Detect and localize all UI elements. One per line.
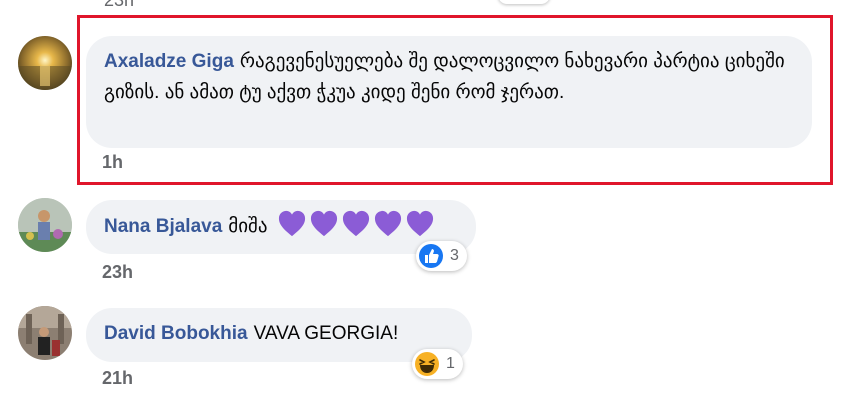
reaction-count: 3	[450, 247, 459, 264]
comment-author[interactable]: David Bobokhia	[104, 323, 248, 344]
comment-text: მიშა	[228, 216, 268, 237]
avatar[interactable]	[18, 198, 72, 252]
comments-section: 23h Axaladze Giga რაგევენესუელება შე დალ…	[0, 0, 864, 412]
purple-heart-icon	[374, 210, 401, 237]
reaction-pill[interactable]: 1	[412, 349, 463, 379]
reaction-count: 1	[446, 355, 455, 372]
avatar-photo	[18, 306, 72, 360]
purple-heart-icon	[278, 210, 305, 237]
comment-time[interactable]: 23h	[102, 262, 133, 283]
previous-reaction-pill[interactable]	[498, 0, 550, 4]
avatar[interactable]	[18, 36, 72, 90]
comment-text: VAVA GEORGIA!	[253, 323, 399, 344]
avatar[interactable]	[18, 306, 72, 360]
like-icon	[418, 243, 444, 269]
comment-author[interactable]: Nana Bjalava	[104, 216, 222, 237]
highlight-frame	[77, 15, 833, 185]
purple-heart-icon	[342, 210, 369, 237]
sunset-avatar-image	[18, 36, 72, 90]
haha-icon	[414, 351, 440, 377]
purple-hearts-emoji	[277, 210, 435, 238]
purple-heart-icon	[406, 210, 433, 237]
reaction-pill[interactable]: 3	[416, 241, 467, 271]
avatar-photo	[18, 198, 72, 252]
comment-time[interactable]: 21h	[102, 368, 133, 389]
purple-heart-icon	[310, 210, 337, 237]
previous-comment-time[interactable]: 23h	[104, 0, 134, 11]
